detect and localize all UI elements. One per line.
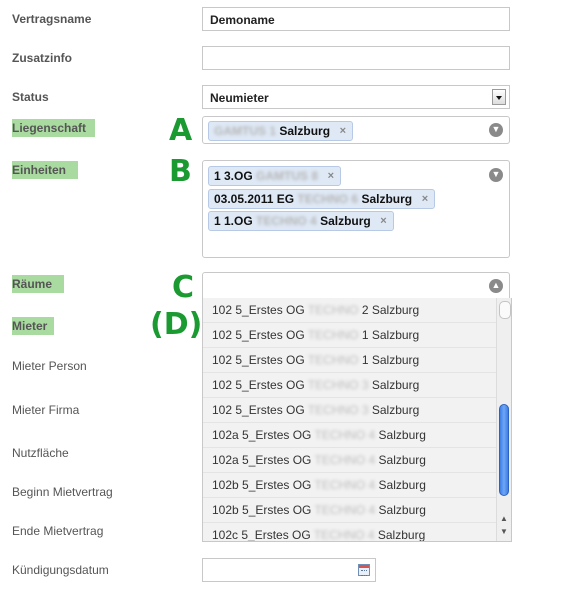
tag-text: 03.05.2011 EG <box>214 192 295 206</box>
tag-text: Salzburg <box>320 214 371 228</box>
chevron-down-icon[interactable]: ▼ <box>489 168 503 182</box>
option-text: 2 Salzburg <box>361 303 420 317</box>
annotation-marker-b: B <box>169 154 192 189</box>
label-ende-mietvertrag: Ende Mietvertrag <box>12 524 104 538</box>
option-text: Salzburg <box>371 378 420 392</box>
dropdown-option[interactable]: 102c 5_Erstes OG TECHNO 4 Salzburg <box>203 523 497 542</box>
status-select[interactable]: Neumieter <box>202 85 510 109</box>
option-text: 102 5_Erstes OG <box>212 403 305 417</box>
option-text: Salzburg <box>377 528 426 542</box>
label-zusatzinfo: Zusatzinfo <box>12 51 72 65</box>
option-redacted-text: TECHNO 4 <box>314 453 376 467</box>
status-select-value: Neumieter <box>210 91 269 105</box>
option-redacted-text: TECHNO 4 <box>314 428 376 442</box>
label-vertragsname: Vertragsname <box>12 12 92 26</box>
vertragsname-input[interactable]: Demoname <box>202 7 510 31</box>
dropdown-option[interactable]: 102 5_Erstes OG TECHNO 1 Salzburg <box>203 348 497 373</box>
option-text: 102 5_Erstes OG <box>212 378 305 392</box>
option-redacted-text: TECHNO 4 <box>314 478 376 492</box>
dropdown-option[interactable]: 102a 5_Erstes OG TECHNO 4 Salzburg <box>203 448 497 473</box>
tag-redacted-text: TECHNO 4 <box>256 214 317 228</box>
chevron-down-icon[interactable]: ▼ <box>489 123 503 137</box>
option-text: Salzburg <box>378 503 426 517</box>
option-redacted-text: TECHNO <box>307 328 359 342</box>
annotation-marker-d: (D) <box>150 307 203 342</box>
option-text: 1 Salzburg <box>361 328 420 342</box>
label-beginn-mietvertrag: Beginn Mietvertrag <box>12 485 113 499</box>
kuendigungsdatum-input[interactable] <box>202 558 376 582</box>
dropdown-option[interactable]: 102 5_Erstes OG TECHNO 2 Salzburg <box>203 298 497 323</box>
option-redacted-text: TECHNO 3 <box>307 403 369 417</box>
dropdown-option[interactable]: 102b 5_Erstes OG TECHNO 4 Salzburg <box>203 473 497 498</box>
option-text: 102 5_Erstes OG <box>212 328 305 342</box>
einheiten-tag: 1 1.OG TECHNO 4 Salzburg × <box>208 211 394 231</box>
tag-redacted-text: GAMTUS 8 <box>256 169 319 183</box>
label-mieter-firma: Mieter Firma <box>12 403 80 417</box>
scrollbar-track-cap <box>499 301 511 319</box>
einheiten-tag: 1 3.OG GAMTUS 8 × <box>208 166 342 186</box>
remove-tag-icon[interactable]: × <box>328 167 334 185</box>
tag-redacted-text: TECHNO 6 <box>297 192 359 206</box>
option-text: Salzburg <box>371 403 420 417</box>
dropdown-arrow-icon[interactable] <box>492 89 506 105</box>
annotation-marker-a: A <box>169 113 193 148</box>
option-text: 102b 5_Erstes OG <box>212 503 312 517</box>
remove-tag-icon[interactable]: × <box>380 212 386 230</box>
raeume-dropdown-list[interactable]: 102 5_Erstes OG TECHNO 2 Salzburg 102 5_… <box>202 298 512 542</box>
label-nutzflaeche: Nutzfläche <box>12 446 69 460</box>
tag-text: Salzburg <box>361 192 413 206</box>
dropdown-option[interactable]: 102b 5_Erstes OG TECHNO 4 Salzburg <box>203 498 497 523</box>
option-redacted-text: TECHNO <box>307 353 359 367</box>
calendar-icon[interactable] <box>358 564 370 576</box>
option-redacted-text: TECHNO 4 <box>314 503 376 517</box>
option-text: 102 5_Erstes OG <box>212 303 305 317</box>
tag-redacted-text: GAMTUS 1 <box>214 124 277 138</box>
label-kuendigungsdatum: Kündigungsdatum <box>12 563 109 577</box>
option-redacted-text: TECHNO <box>307 303 359 317</box>
option-text: 102a 5_Erstes OG <box>212 428 312 442</box>
tag-text: 1 3.OG <box>214 169 253 183</box>
option-text: Salzburg <box>378 428 426 442</box>
option-text: 102c 5_Erstes OG <box>212 528 311 542</box>
remove-tag-icon[interactable]: × <box>340 122 346 140</box>
option-text: Salzburg <box>378 453 426 467</box>
annotation-marker-c: C <box>172 270 195 305</box>
option-text: 102b 5_Erstes OG <box>212 478 312 492</box>
tag-text: Salzburg <box>279 124 331 138</box>
label-liegenschaft: Liegenschaft <box>12 119 95 137</box>
option-redacted-text: TECHNO 3 <box>307 378 369 392</box>
option-text: 102 5_Erstes OG <box>212 353 305 367</box>
option-redacted-text: TECHNO 4 <box>313 528 375 542</box>
remove-tag-icon[interactable]: × <box>422 190 428 208</box>
label-mieter-person: Mieter Person <box>12 359 87 373</box>
option-text: 1 Salzburg <box>361 353 420 367</box>
label-status: Status <box>12 90 49 104</box>
option-text: Salzburg <box>378 478 426 492</box>
scrollbar-thumb[interactable] <box>499 404 509 496</box>
scroll-down-arrow-icon[interactable]: ▼ <box>500 527 508 536</box>
raeume-multiselect[interactable]: ▲ <box>202 272 510 299</box>
label-raeume: Räume <box>12 275 64 293</box>
liegenschaft-multiselect[interactable]: GAMTUS 1 Salzburg × ▼ <box>202 116 510 144</box>
scroll-up-arrow-icon[interactable]: ▲ <box>500 514 508 523</box>
chevron-up-icon[interactable]: ▲ <box>489 279 503 293</box>
dropdown-scrollbar[interactable]: ▲ ▼ <box>496 298 511 541</box>
dropdown-option[interactable]: 102 5_Erstes OG TECHNO 3 Salzburg <box>203 398 497 423</box>
tag-text: 1 1.OG <box>214 214 253 228</box>
liegenschaft-tag: GAMTUS 1 Salzburg × <box>208 121 354 141</box>
einheiten-tag: 03.05.2011 EG TECHNO 6 Salzburg × <box>208 189 436 209</box>
zusatzinfo-input[interactable] <box>202 46 510 70</box>
einheiten-multiselect[interactable]: 1 3.OG GAMTUS 8 × 03.05.2011 EG TECHNO 6… <box>202 160 510 258</box>
label-mieter: Mieter <box>12 317 54 335</box>
label-einheiten: Einheiten <box>12 161 78 179</box>
dropdown-option[interactable]: 102 5_Erstes OG TECHNO 3 Salzburg <box>203 373 497 398</box>
dropdown-option[interactable]: 102a 5_Erstes OG TECHNO 4 Salzburg <box>203 423 497 448</box>
option-text: 102a 5_Erstes OG <box>212 453 312 467</box>
dropdown-option[interactable]: 102 5_Erstes OG TECHNO 1 Salzburg <box>203 323 497 348</box>
